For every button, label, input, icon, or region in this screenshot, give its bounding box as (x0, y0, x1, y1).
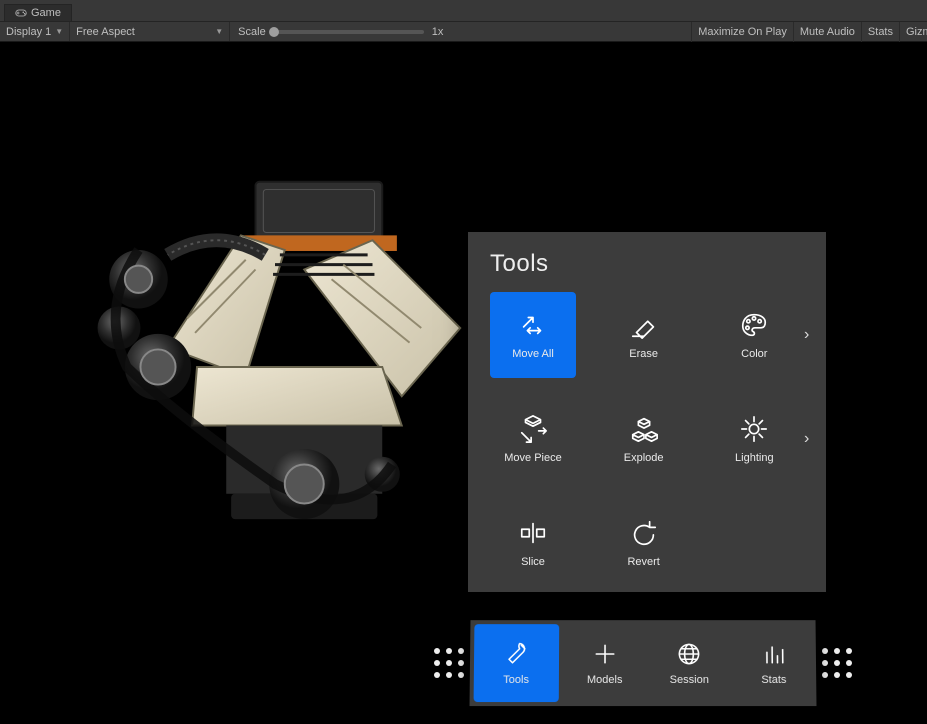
chevron-right-icon: › (804, 430, 809, 448)
tool-label: Move Piece (504, 452, 561, 464)
tool-label: Slice (521, 556, 545, 568)
nav-label: Models (587, 674, 623, 686)
scale-control: Scale 1x (230, 26, 691, 38)
tool-move-all[interactable]: Move All (490, 292, 576, 378)
nav-label: Session (670, 674, 709, 686)
tool-revert[interactable]: Revert (601, 500, 687, 586)
gizmos-button[interactable]: Gizmos (899, 22, 927, 42)
panel-title: Tools (490, 250, 804, 278)
tool-label: Erase (629, 348, 658, 360)
tab-strip: Game (0, 0, 927, 22)
bottom-bar: Tools Models Session Stats (428, 617, 858, 709)
game-viewport[interactable]: Tools Move All Erase › Color Move Piece (0, 42, 927, 724)
mute-audio-button[interactable]: Mute Audio (793, 22, 861, 42)
engine-model[interactable] (80, 172, 470, 562)
chevron-down-icon: ▼ (55, 27, 63, 36)
nav-session[interactable]: Session (647, 620, 732, 706)
drag-handle-left[interactable] (434, 648, 464, 678)
slider-thumb[interactable] (269, 27, 279, 37)
drag-handle-right[interactable] (822, 648, 852, 678)
gamepad-icon (15, 8, 27, 18)
plus-icon (591, 640, 619, 668)
stats-icon (760, 640, 788, 668)
tool-label: Explode (624, 452, 664, 464)
tool-label: Color (741, 348, 767, 360)
scale-slider[interactable] (274, 30, 424, 34)
move-all-icon (518, 310, 548, 340)
game-toolbar: Display 1 ▼ Free Aspect ▼ Scale 1x Maxim… (0, 22, 927, 42)
chevron-right-icon: › (804, 326, 809, 344)
tool-explode[interactable]: Explode (601, 396, 687, 482)
bottom-panel: Tools Models Session Stats (470, 620, 817, 706)
scale-label: Scale (238, 26, 266, 38)
nav-models[interactable]: Models (562, 620, 647, 706)
nav-label: Tools (503, 674, 529, 686)
chevron-down-icon: ▼ (215, 27, 223, 36)
tool-erase[interactable]: Erase (601, 292, 687, 378)
revert-icon (629, 518, 659, 548)
stats-button[interactable]: Stats (861, 22, 899, 42)
erase-icon (629, 310, 659, 340)
move-piece-icon (518, 414, 548, 444)
tool-color[interactable]: › Color (711, 292, 797, 378)
tool-lighting[interactable]: › Lighting (711, 396, 797, 482)
nav-stats[interactable]: Stats (731, 620, 816, 706)
scale-value: 1x (432, 26, 444, 38)
display-dropdown[interactable]: Display 1 ▼ (0, 22, 70, 41)
tool-move-piece[interactable]: Move Piece (490, 396, 576, 482)
tab-label: Game (31, 7, 61, 19)
color-icon (739, 310, 769, 340)
tool-label: Move All (512, 348, 554, 360)
tools-panel: Tools Move All Erase › Color Move Piece (468, 232, 826, 592)
explode-icon (629, 414, 659, 444)
tool-slice[interactable]: Slice (490, 500, 576, 586)
aspect-dropdown[interactable]: Free Aspect ▼ (70, 22, 230, 41)
tool-label: Revert (627, 556, 659, 568)
nav-label: Stats (761, 674, 786, 686)
slice-icon (518, 518, 548, 548)
tab-game[interactable]: Game (4, 4, 72, 21)
tool-label: Lighting (735, 452, 774, 464)
wrench-icon (502, 640, 530, 668)
lighting-icon (739, 414, 769, 444)
maximize-on-play-button[interactable]: Maximize On Play (691, 22, 793, 42)
nav-tools[interactable]: Tools (474, 624, 559, 702)
globe-icon (675, 640, 703, 668)
